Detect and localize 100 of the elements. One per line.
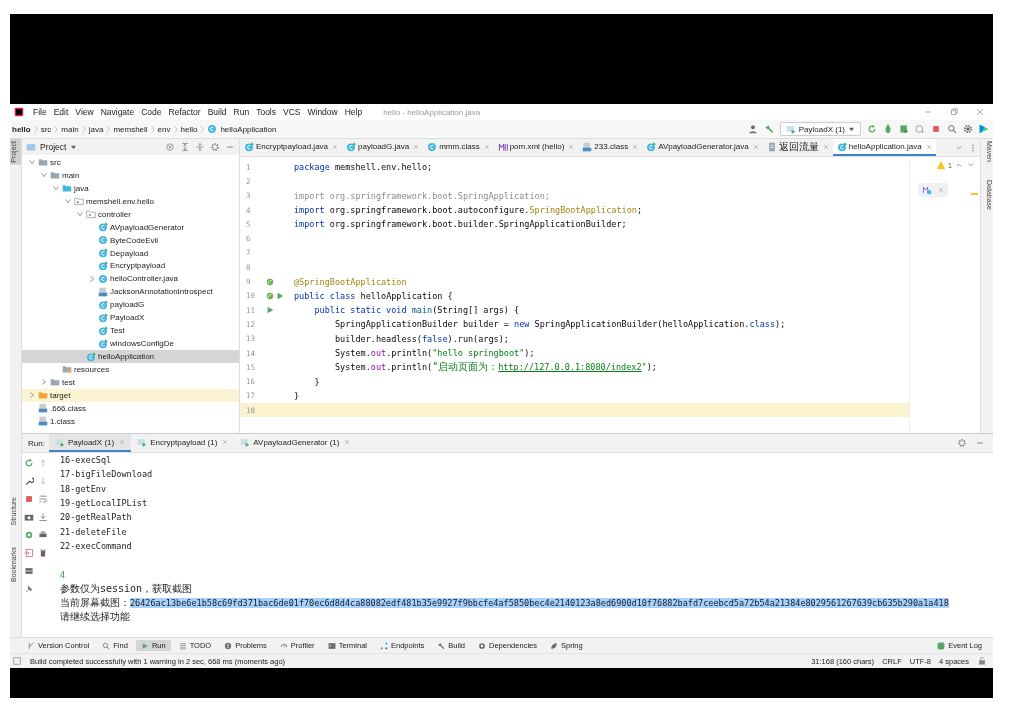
breadcrumb-item[interactable]: src	[40, 124, 52, 134]
menu-item[interactable]: Window	[307, 107, 338, 117]
square-icon[interactable]	[12, 656, 22, 666]
close-icon[interactable]	[119, 439, 126, 445]
tree-item[interactable]: controller	[22, 207, 239, 221]
hammer-icon[interactable]	[763, 124, 774, 134]
tree-item[interactable]: java	[22, 181, 239, 195]
editor-tab[interactable]: AVpayloadGenerator.java	[642, 139, 763, 156]
pin-icon[interactable]	[24, 584, 34, 594]
close-icon[interactable]	[975, 107, 985, 117]
editor-tab[interactable]: mmm.class	[423, 139, 494, 156]
chevron-icon[interactable]	[76, 210, 84, 219]
menu-item[interactable]: VCS	[283, 107, 301, 117]
bean-icon[interactable]	[266, 291, 274, 300]
arrow-down-icon[interactable]	[38, 476, 48, 486]
breadcrumb-item[interactable]: java	[88, 124, 104, 134]
expand-all-icon[interactable]	[180, 142, 190, 152]
close-icon[interactable]	[632, 143, 639, 150]
menu-item[interactable]: Build	[207, 107, 227, 117]
close-icon[interactable]	[222, 439, 229, 445]
layout-icon[interactable]	[24, 566, 34, 576]
chevron-icon[interactable]	[40, 378, 48, 387]
tree-item[interactable]: Test	[22, 324, 239, 338]
tree-item[interactable]: AVpayloadGenerator	[22, 220, 239, 234]
breadcrumb-item[interactable]: main	[61, 124, 79, 134]
tree-item[interactable]: .666.class	[22, 401, 239, 415]
user-icon[interactable]	[747, 124, 758, 134]
menu-item[interactable]: Tools	[256, 107, 276, 117]
close-icon[interactable]	[938, 187, 944, 193]
stop-icon[interactable]	[931, 124, 941, 134]
scroll-to-end-icon[interactable]	[38, 512, 48, 522]
close-icon[interactable]	[822, 143, 829, 150]
search-icon[interactable]	[947, 124, 957, 134]
tree-item[interactable]: JacksonAnnotationIntrospect	[22, 285, 239, 299]
tree-item[interactable]: payloadG	[22, 298, 239, 312]
menu-item[interactable]: Navigate	[100, 107, 135, 117]
tree-item[interactable]: Encryptpayload	[22, 259, 239, 273]
project-view-dropdown[interactable]: Project	[26, 142, 78, 152]
menu-item[interactable]: Edit	[53, 107, 69, 117]
editor-tab[interactable]: 233.class	[578, 139, 643, 156]
settings-icon[interactable]	[963, 124, 973, 134]
settings-icon[interactable]	[957, 438, 967, 448]
breadcrumb-item[interactable]: hello	[12, 124, 31, 134]
camera-icon[interactable]	[24, 512, 34, 522]
tree-item[interactable]: main	[22, 168, 239, 182]
menu-item[interactable]: View	[75, 107, 94, 117]
trash-icon[interactable]	[38, 548, 48, 558]
restore-icon[interactable]	[949, 107, 959, 117]
chevron-icon[interactable]	[28, 158, 36, 167]
tree-item[interactable]: target	[22, 388, 239, 402]
menu-item[interactable]: Run	[233, 107, 250, 117]
close-icon[interactable]	[752, 143, 759, 150]
coverage-icon[interactable]	[899, 124, 909, 134]
menu-item[interactable]: Code	[141, 107, 162, 117]
run-tab[interactable]: PayloadX (1)	[48, 434, 132, 452]
tree-item[interactable]: helloApplication	[22, 350, 239, 363]
close-icon[interactable]	[332, 143, 339, 150]
ide-logo-icon[interactable]	[979, 124, 989, 134]
chevron-icon[interactable]	[52, 184, 60, 193]
menu-item[interactable]: File	[33, 107, 47, 117]
tree-item[interactable]: resources	[22, 363, 239, 376]
close-icon[interactable]	[568, 143, 575, 150]
run-configuration-dropdown[interactable]: PayloadX (1)	[779, 122, 861, 136]
lock-icon[interactable]	[977, 656, 987, 666]
editor-tab[interactable]: payloadG.java	[342, 139, 424, 156]
chevron-icon[interactable]	[28, 391, 36, 400]
chevron-icon[interactable]	[64, 197, 72, 206]
tree-item[interactable]: ByteCodeEvil	[22, 233, 239, 247]
chevron-icon[interactable]	[88, 274, 96, 283]
tree-item[interactable]: helloController.java	[22, 272, 239, 286]
debug-icon[interactable]	[883, 124, 893, 134]
run-tab[interactable]: AVpayloadGenerator (1)	[234, 434, 357, 452]
rerun-icon[interactable]	[867, 124, 877, 134]
breadcrumb-item[interactable]: hello	[180, 124, 198, 134]
tree-item[interactable]: test	[22, 375, 239, 389]
editor-tab[interactable]: Encryptpayload.java	[240, 139, 343, 156]
settings-icon[interactable]	[210, 142, 220, 152]
print-icon[interactable]	[38, 530, 48, 540]
editor-tab[interactable]: 返回流量	[762, 139, 833, 156]
maven-icon[interactable]	[922, 185, 932, 195]
locate-icon[interactable]	[165, 142, 175, 152]
run-tab[interactable]: Encryptpayload (1)	[131, 434, 235, 452]
tree-item[interactable]: memshell.env.hello	[22, 194, 239, 208]
rerun-icon[interactable]	[24, 458, 34, 468]
close-icon[interactable]	[413, 143, 420, 150]
tree-item[interactable]: PayloadX	[22, 311, 239, 325]
profile-icon[interactable]	[915, 124, 925, 134]
breadcrumb-item[interactable]: env	[157, 124, 171, 134]
import-icon[interactable]	[24, 548, 34, 558]
tree-item[interactable]: 1.class	[22, 414, 239, 428]
close-icon[interactable]	[483, 143, 490, 150]
collapse-all-icon[interactable]	[195, 142, 205, 152]
run-icon[interactable]	[276, 291, 284, 300]
tree-item[interactable]: Depayload	[22, 246, 239, 260]
close-icon[interactable]	[925, 143, 932, 150]
chevron-icon[interactable]	[40, 171, 48, 180]
close-icon[interactable]	[344, 439, 351, 445]
editor-tab[interactable]: helloApplication.java	[832, 139, 936, 156]
tree-item[interactable]: src	[22, 156, 239, 169]
soft-wrap-icon[interactable]	[38, 494, 48, 504]
